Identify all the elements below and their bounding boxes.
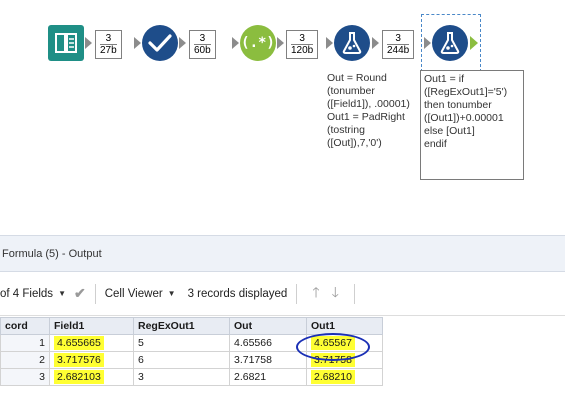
- book-icon: [55, 33, 77, 53]
- cell-viewer-label: Cell Viewer: [104, 287, 163, 300]
- record-number: 2: [0, 351, 50, 369]
- connection-count-1: 3 27b: [95, 30, 122, 59]
- results-toolbar: of 4 Fields ▼ ✔ Cell Viewer ▼ 3 records …: [0, 272, 565, 316]
- output-anchor[interactable]: [179, 37, 186, 49]
- cell-viewer-dropdown[interactable]: Cell Viewer ▼: [105, 288, 176, 300]
- record-number: 3: [0, 368, 50, 386]
- chevron-down-icon: ▼: [58, 289, 66, 298]
- connection-count-2: 3 60b: [189, 30, 216, 59]
- input-anchor[interactable]: [134, 37, 141, 49]
- column-header-out1[interactable]: Out1: [306, 317, 383, 335]
- select-tool[interactable]: [142, 25, 178, 61]
- checkmark-icon: [148, 34, 172, 52]
- cell-out[interactable]: 2.6821: [229, 368, 307, 386]
- cell-regexout1[interactable]: 3: [133, 368, 230, 386]
- column-header-field1[interactable]: Field1: [49, 317, 134, 335]
- formula-annotation: Out = Round (tonumber ([Field1]), .00001…: [327, 72, 410, 149]
- record-number: 1: [0, 334, 50, 352]
- formula-tool[interactable]: [334, 25, 370, 61]
- column-header-record[interactable]: cord: [0, 317, 50, 335]
- cell-regexout1[interactable]: 6: [133, 351, 230, 369]
- input-data-tool[interactable]: [48, 25, 84, 61]
- chevron-down-icon: ▼: [167, 289, 176, 298]
- regex-icon: (.*): [241, 35, 275, 51]
- highlighted-value: 3.717576: [54, 353, 104, 367]
- apply-check-icon[interactable]: ✔: [74, 285, 86, 302]
- highlighted-value: 4.655665: [54, 336, 104, 350]
- column-header-regexout1[interactable]: RegExOut1: [133, 317, 230, 335]
- formula-5-annotation: Out1 = if ([RegExOut1]='5') then tonumbe…: [420, 70, 524, 180]
- hand-drawn-circle-annotation: [296, 333, 370, 361]
- arrow-up-icon[interactable]: 🡑: [312, 282, 319, 306]
- regex-tool[interactable]: (.*): [240, 25, 276, 61]
- flask-icon: [440, 32, 460, 54]
- connection-count-3: 3 120b: [286, 30, 319, 59]
- input-anchor[interactable]: [232, 37, 239, 49]
- toolbar-divider: [296, 283, 298, 304]
- highlighted-value: 2.68210: [311, 370, 355, 384]
- connection-count-4: 3 244b: [382, 30, 415, 59]
- cell-field1[interactable]: 2.682103: [49, 368, 134, 386]
- cell-regexout1[interactable]: 5: [133, 334, 230, 352]
- arrow-down-icon[interactable]: 🡓: [332, 282, 339, 306]
- workflow-canvas[interactable]: 3 27b 3 60b (.*) 3 120b 3 244b Out = Rou…: [0, 0, 565, 235]
- panel-title: Formula (5) - Output: [0, 235, 565, 272]
- fields-selector[interactable]: of 4 Fields ▼: [0, 288, 66, 300]
- output-anchor[interactable]: [85, 37, 92, 49]
- results-panel: Formula (5) - Output of 4 Fields ▼ ✔ Cel…: [0, 235, 565, 420]
- cell-out[interactable]: 4.65566: [229, 334, 307, 352]
- output-anchor[interactable]: [277, 37, 284, 49]
- table-row[interactable]: 3 2.682103 3 2.6821 2.68210: [0, 368, 383, 386]
- column-header-out[interactable]: Out: [229, 317, 307, 335]
- cell-out1[interactable]: 2.68210: [306, 368, 383, 386]
- input-anchor[interactable]: [326, 37, 333, 49]
- toolbar-divider: [353, 283, 355, 304]
- highlighted-value: 2.682103: [54, 370, 104, 384]
- toolbar-divider: [94, 283, 96, 304]
- fields-selector-label: of 4 Fields: [0, 287, 54, 300]
- records-status: 3 records displayed: [187, 287, 288, 300]
- flask-icon: [342, 32, 362, 54]
- cell-field1[interactable]: 4.655665: [49, 334, 134, 352]
- table-header-row: cord Field1 RegExOut1 Out Out1: [0, 317, 383, 335]
- output-anchor[interactable]: [372, 37, 379, 49]
- cell-field1[interactable]: 3.717576: [49, 351, 134, 369]
- formula-5-tool[interactable]: [432, 25, 468, 61]
- cell-out[interactable]: 3.71758: [229, 351, 307, 369]
